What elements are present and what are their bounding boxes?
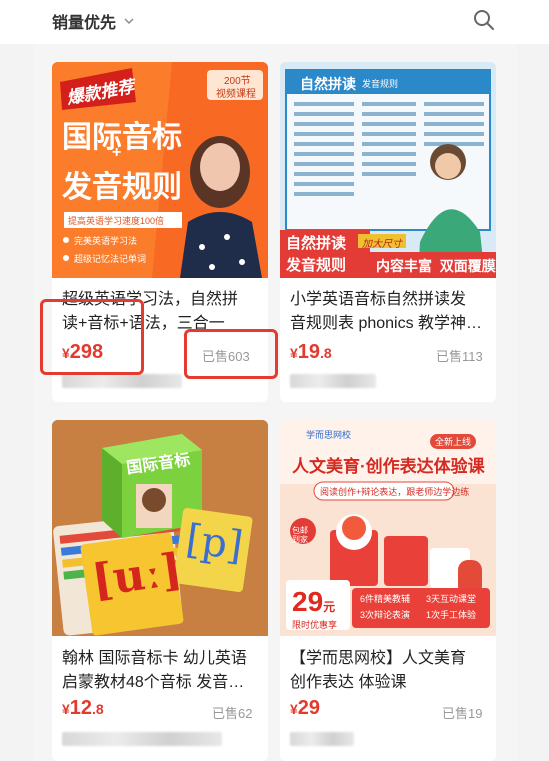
thumb-bullet-1: 完美英语学习法 [74,236,138,246]
title-line: 创作表达 体验课 [290,674,407,691]
price-int: 12 [69,697,93,719]
sold-count: 已售113 [436,349,483,364]
price-dec: .8 [92,701,104,717]
thumb-new-tag: 全新上线 [430,434,477,449]
price-symbol: ¥ [290,701,298,717]
thumb-promo-price: 29元 [292,586,335,618]
search-icon[interactable] [472,8,496,32]
blurred-shop-name [290,374,376,388]
thumb-feature-3: 3次辩论表演 [360,610,411,620]
sold-count: 已售19 [442,706,483,721]
product-image: 自然拼读 发音规则 加大尺寸 自然拼读 发音规则 内容丰富 双面覆膜 [280,62,496,278]
chevron-down-icon [124,18,134,24]
product-price: ¥19.8 [290,341,332,364]
title-line: 启蒙教材48个音标 发音… [62,674,245,691]
product-price: ¥298 [62,341,103,364]
price-symbol: ¥ [62,701,70,717]
thumb-promo-label: 限时优惠享 [292,620,338,630]
thumb-gift: 包邮到家 [292,526,308,544]
thumb-poster-sub: 发音规则 [362,79,399,89]
thumb-headline-2: 发音规则 [62,171,182,204]
price-int: 298 [69,341,104,363]
product-card[interactable]: 学而思网校 全新上线 人文美育·创作表达体验课 阅读创作+辩论表达，跟老师边学边… [280,420,496,761]
thumb-bullet-2: 超级记忆法记单词 [74,254,147,264]
product-title: 【学而思网校】人文美育 创作表达 体验课 [290,647,496,695]
title-line: 音规则表 phonics 教学神… [290,315,483,332]
price-symbol: ¥ [62,345,70,361]
price-int: 19 [297,341,321,363]
thumb-tagline: 提高英语学习速度100倍 [68,216,165,226]
thumb-brand: 学而思网校 [306,430,352,440]
title-line: 超级英语学习法，自然拼 [62,291,239,308]
thumb-headline-1: 国际音标 [62,121,182,154]
thumb-label-right: 内容丰富 双面覆膜 [376,258,496,274]
thumb-poster-title: 自然拼读 [300,76,356,92]
sort-label: 销量优先 [52,15,117,32]
product-price: ¥29 [290,697,320,720]
product-card[interactable]: 自然拼读 发音规则 加大尺寸 自然拼读 发音规则 内容丰富 双面覆膜 小学英语音… [280,62,496,402]
product-title: 超级英语学习法，自然拼 读+音标+语法，三合一 [62,288,262,336]
thumb-subtitle: 阅读创作+辩论表达，跟老师边学边练 [320,487,470,497]
blurred-shop-name [62,374,182,388]
thumb-label-left-1: 自然拼读 [286,235,347,252]
promo-price-unit: 元 [323,600,336,614]
thumb-headline: 人文美育·创作表达体验课 [292,457,485,476]
product-image: 爆款推荐 200节 视频课程 国际音标 + 发音规则 提高英语学习速度100倍 … [52,62,268,278]
product-card[interactable]: 国际音标 [uː] [p] 翰林 国际音标卡 幼儿英语 启蒙教材48个音标 发音… [52,420,268,761]
product-price: ¥12.8 [62,697,104,720]
thumb-card-2: [p] [183,516,246,570]
title-line: 小学英语音标自然拼读发 [290,291,467,308]
price-dec: .8 [320,345,332,361]
thumb-corner-bottom: 视频课程 [216,89,256,100]
thumb-plus: + [112,144,122,161]
sold-count: 已售62 [212,706,253,721]
product-title: 翰林 国际音标卡 幼儿英语 启蒙教材48个音标 发音… [62,647,268,695]
product-image: 学而思网校 全新上线 人文美育·创作表达体验课 阅读创作+辩论表达，跟老师边学边… [280,420,496,636]
thumb-feature-2: 3天互动课堂 [426,594,477,604]
title-line: 翰林 国际音标卡 幼儿英语 [62,650,247,667]
blurred-shop-name [290,732,354,746]
title-line: 读+音标+语法，三合一 [62,315,225,332]
product-image: 国际音标 [uː] [p] [52,420,268,636]
promo-price-value: 29 [292,586,324,617]
thumb-label-left-2: 发音规则 [286,257,347,274]
sort-dropdown[interactable]: 销量优先 [52,9,134,33]
product-card[interactable]: 爆款推荐 200节 视频课程 国际音标 + 发音规则 提高英语学习速度100倍 … [52,62,268,402]
blurred-shop-name [62,732,222,746]
price-symbol: ¥ [290,345,298,361]
top-bar: 销量优先 [0,0,549,44]
title-line: 【学而思网校】人文美育 [290,650,467,667]
thumb-tag-big: 加大尺寸 [362,239,402,250]
thumb-feature-4: 1次手工体验 [426,610,477,620]
thumb-feature-1: 6件精美教辅 [360,594,411,604]
product-title: 小学英语音标自然拼读发 音规则表 phonics 教学神… [290,288,496,336]
price-int: 29 [297,697,321,719]
sold-count: 已售603 [202,349,250,364]
